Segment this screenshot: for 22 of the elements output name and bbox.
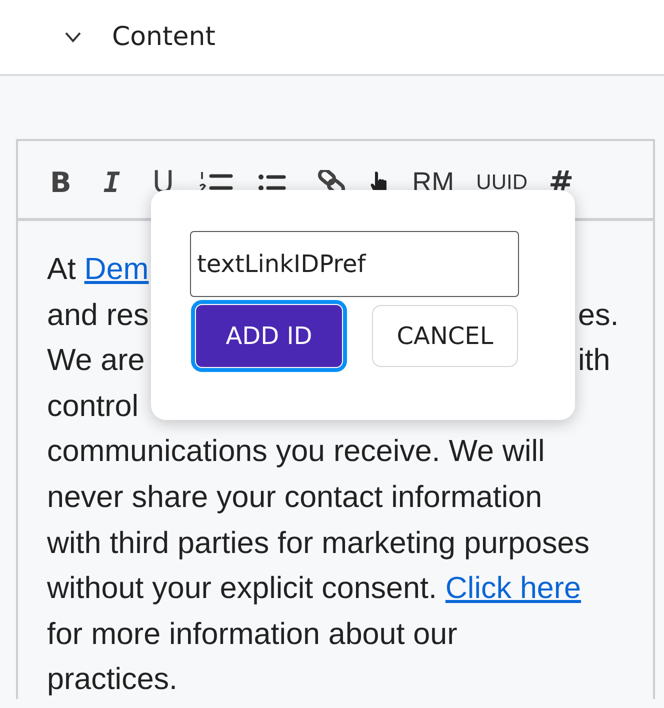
section-title[interactable]: Content [112, 22, 216, 52]
link[interactable]: Click here [445, 571, 582, 606]
italic-button[interactable]: I [103, 166, 120, 199]
link[interactable]: Dem [84, 252, 149, 286]
add-id-button[interactable]: ADD ID [196, 305, 342, 367]
body-text: We are [47, 342, 145, 380]
body-text: never share your contact information [47, 478, 542, 516]
bold-button[interactable]: B [50, 166, 72, 199]
body-text: practices. [47, 661, 178, 698]
body-text: es. [578, 296, 619, 334]
id-input-field[interactable]: textLinkIDPref [190, 231, 519, 297]
body-text: communications you receive. We will [47, 433, 545, 470]
cancel-button[interactable]: CANCEL [372, 305, 518, 367]
chevron-down-icon[interactable] [64, 31, 82, 43]
body-text: control [47, 388, 139, 425]
body-text: for more information about our [47, 616, 458, 653]
body-text: with third parties for marketing purposes [47, 524, 590, 562]
body-text: ith [578, 342, 610, 380]
body-text: At Dem [47, 251, 149, 288]
body-text: without your explicit consent. Click here [47, 570, 582, 608]
body-text: and res [47, 296, 149, 334]
bullet-list-icon[interactable] [258, 172, 286, 192]
